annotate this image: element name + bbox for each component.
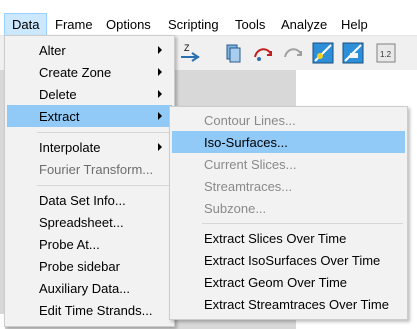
submenu-arrow-icon [158,68,162,76]
menu-bar: Data Frame Options Scripting Tools Analy… [0,0,417,36]
menu-options[interactable]: Options [106,17,151,32]
menu-item-edit-time-strands[interactable]: Edit Time Strands... [7,299,172,321]
value-label-icon[interactable]: 1.2 [374,41,398,65]
menu-separator [37,132,172,133]
menu-scripting[interactable]: Scripting [168,17,219,32]
submenu-arrow-icon [158,46,162,54]
submenu-item-iso-surfaces[interactable]: Iso-Surfaces... [172,131,405,153]
submenu-item-streamtraces[interactable]: Streamtraces... [172,175,405,197]
menu-item-create-zone[interactable]: Create Zone [7,61,172,83]
submenu-item-contour-lines[interactable]: Contour Lines... [172,109,405,131]
menu-item-probe-at[interactable]: Probe At... [7,233,172,255]
menu-help[interactable]: Help [341,17,368,32]
menu-analyze[interactable]: Analyze [281,17,327,32]
rotate-disabled-icon[interactable] [281,41,305,65]
svg-text:1.2: 1.2 [380,50,392,59]
menu-item-data-set-info[interactable]: Data Set Info... [7,189,172,211]
svg-text:Z: Z [184,43,190,53]
iso-surface-icon[interactable] [311,41,335,65]
menu-separator [202,223,403,224]
submenu-arrow-icon [158,90,162,98]
menu-item-alter[interactable]: Alter [7,39,172,61]
menu-item-auxiliary-data[interactable]: Auxiliary Data... [7,277,172,299]
menu-item-extract[interactable]: Extract [7,105,172,127]
submenu-item-current-slices[interactable]: Current Slices... [172,153,405,175]
contour-icon[interactable] [341,41,365,65]
menu-item-interpolate[interactable]: Interpolate [7,136,172,158]
submenu-item-extract-streamtraces-over-time[interactable]: Extract Streamtraces Over Time [172,293,405,315]
submenu-item-subzone[interactable]: Subzone... [172,197,405,219]
data-menu: Alter Create Zone Delete Extract Interpo… [4,35,175,327]
submenu-item-extract-geom-over-time[interactable]: Extract Geom Over Time [172,271,405,293]
menu-item-spreadsheet[interactable]: Spreadsheet... [7,211,172,233]
zoom-axis-icon[interactable]: Z [178,41,202,65]
submenu-arrow-icon [158,143,162,151]
slice-icon[interactable] [221,41,245,65]
menu-data[interactable]: Data [4,13,48,36]
menu-tools[interactable]: Tools [235,17,265,32]
menu-item-probe-sidebar[interactable]: Probe sidebar [7,255,172,277]
extract-submenu: Contour Lines... Iso-Surfaces... Current… [169,106,408,320]
menu-item-delete[interactable]: Delete [7,83,172,105]
menu-separator [37,185,172,186]
submenu-item-extract-isosurfaces-over-time[interactable]: Extract IsoSurfaces Over Time [172,249,405,271]
menu-frame[interactable]: Frame [55,17,93,32]
submenu-arrow-icon [158,112,162,120]
rotate-icon[interactable] [251,41,275,65]
menu-item-fourier-transform[interactable]: Fourier Transform... [7,158,172,180]
submenu-item-extract-slices-over-time[interactable]: Extract Slices Over Time [172,227,405,249]
